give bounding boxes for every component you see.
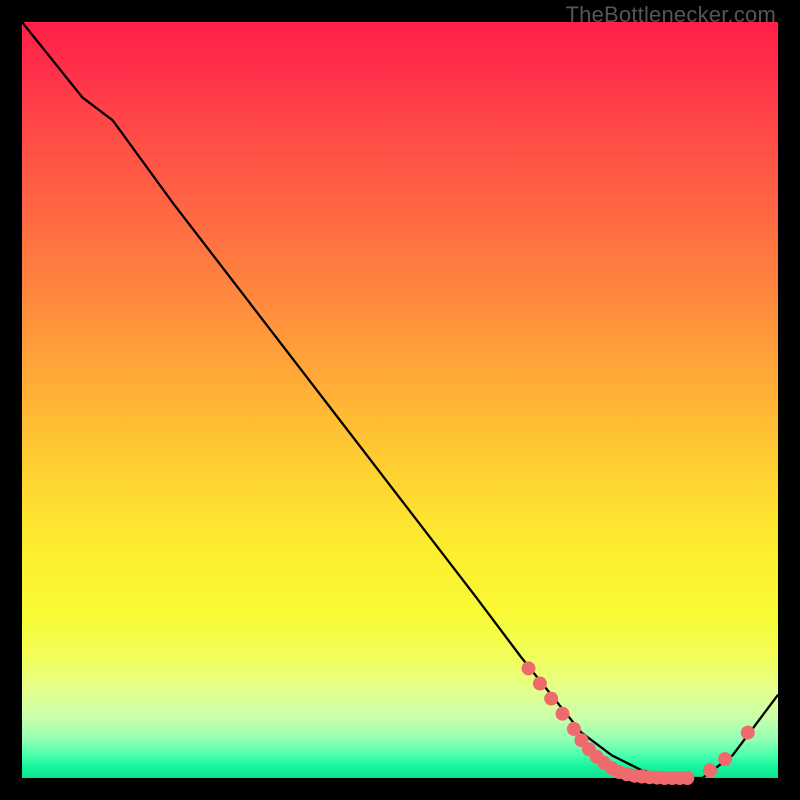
curve-marker (703, 763, 717, 777)
curve-markers (522, 661, 755, 785)
plot-area (22, 22, 778, 778)
curve-marker (680, 771, 694, 785)
curve-marker (556, 707, 570, 721)
curve-marker (741, 726, 755, 740)
curve-path (22, 22, 778, 778)
chart-frame: TheBottlenecker.com (0, 0, 800, 800)
curve-marker (522, 661, 536, 675)
curve-marker (718, 752, 732, 766)
curve-marker (533, 677, 547, 691)
attribution-text: TheBottlenecker.com (566, 2, 776, 28)
curve-marker (544, 692, 558, 706)
chart-svg (22, 22, 778, 778)
